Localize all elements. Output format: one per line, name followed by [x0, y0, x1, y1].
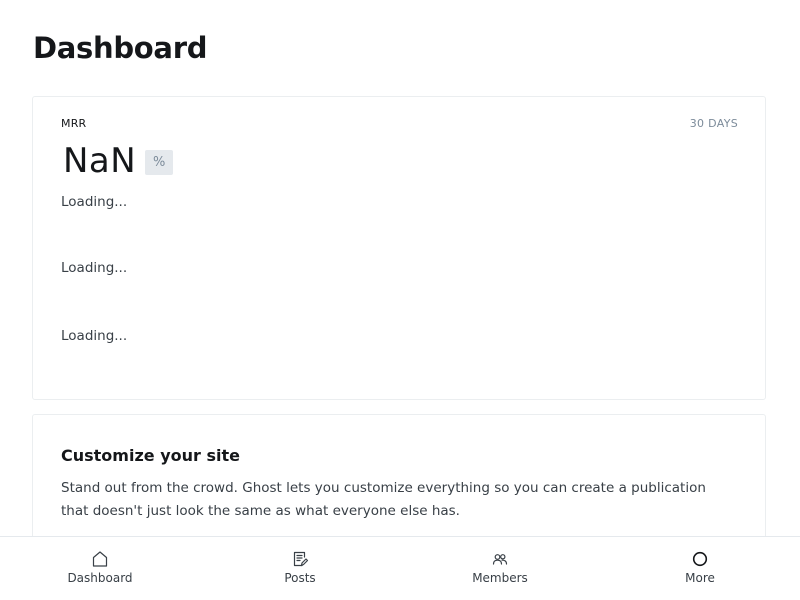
page: Dashboard MRR 30 DAYS NaN % Loading... L…	[0, 0, 800, 600]
mrr-value: NaN	[63, 141, 137, 181]
loading-text: Loading...	[61, 194, 128, 210]
posts-icon	[293, 551, 309, 567]
page-title: Dashboard	[33, 31, 208, 65]
change-badge: %	[145, 149, 174, 175]
nav-label: Posts	[284, 571, 316, 585]
circle-icon	[692, 551, 708, 567]
metric-row: NaN %	[63, 141, 174, 181]
nav-item-more[interactable]: More	[600, 537, 800, 600]
customize-title: Customize your site	[61, 446, 240, 465]
nav-label: More	[685, 571, 715, 585]
customize-card: Customize your site Stand out from the c…	[32, 414, 766, 554]
period-label: 30 DAYS	[689, 117, 738, 130]
home-icon	[92, 551, 108, 567]
nav-label: Dashboard	[67, 571, 133, 585]
members-icon	[492, 554, 508, 565]
loading-text: Loading...	[61, 260, 128, 276]
mrr-label: MRR	[61, 117, 87, 130]
nav-item-dashboard[interactable]: Dashboard	[0, 537, 200, 600]
nav-item-posts[interactable]: Posts	[200, 537, 400, 600]
mrr-card: MRR 30 DAYS NaN % Loading... Loading... …	[32, 96, 766, 400]
bottom-nav: Dashboard Posts Members More	[0, 536, 800, 600]
customize-description: Stand out from the crowd. Ghost lets you…	[61, 480, 706, 519]
nav-label: Members	[472, 571, 528, 585]
nav-item-members[interactable]: Members	[400, 537, 600, 600]
loading-text: Loading...	[61, 328, 128, 344]
